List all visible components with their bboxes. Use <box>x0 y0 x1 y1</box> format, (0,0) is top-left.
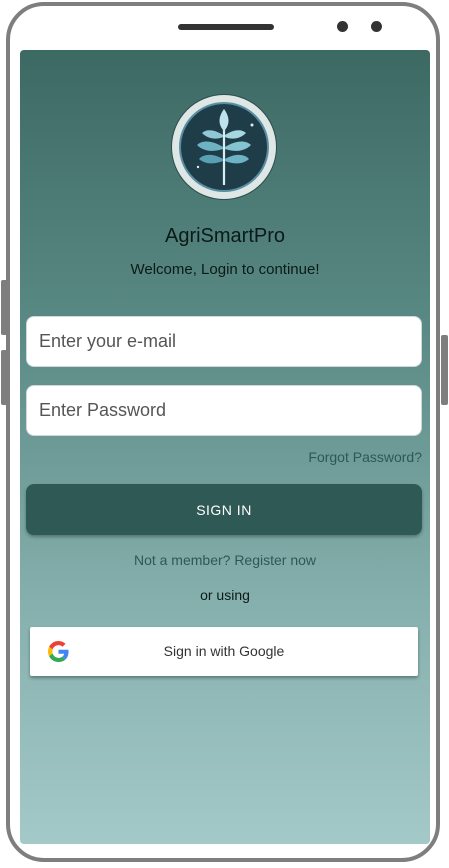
volume-down-button <box>1 350 8 405</box>
leaf-logo-icon <box>172 95 276 199</box>
or-using-label: or using <box>200 587 250 603</box>
proximity-sensor <box>371 21 382 32</box>
volume-up-button <box>1 280 8 335</box>
google-sign-in-label: Sign in with Google <box>163 643 285 659</box>
login-screen: AgriSmartPro Welcome, Login to continue!… <box>20 50 430 844</box>
forgot-password-link[interactable]: Forgot Password? <box>308 449 422 465</box>
password-field[interactable] <box>26 385 422 436</box>
sign-in-button[interactable]: SIGN IN <box>26 484 422 535</box>
register-link[interactable]: Not a member? Register now <box>20 552 430 568</box>
google-sign-in-button[interactable]: Sign in with Google <box>30 627 418 676</box>
google-icon <box>48 641 69 662</box>
power-button <box>441 335 448 405</box>
speaker-grille <box>178 24 274 30</box>
email-field[interactable] <box>26 316 422 367</box>
front-camera <box>337 21 348 32</box>
welcome-message: Welcome, Login to continue! <box>130 261 320 278</box>
app-title: AgriSmartPro <box>164 225 286 247</box>
